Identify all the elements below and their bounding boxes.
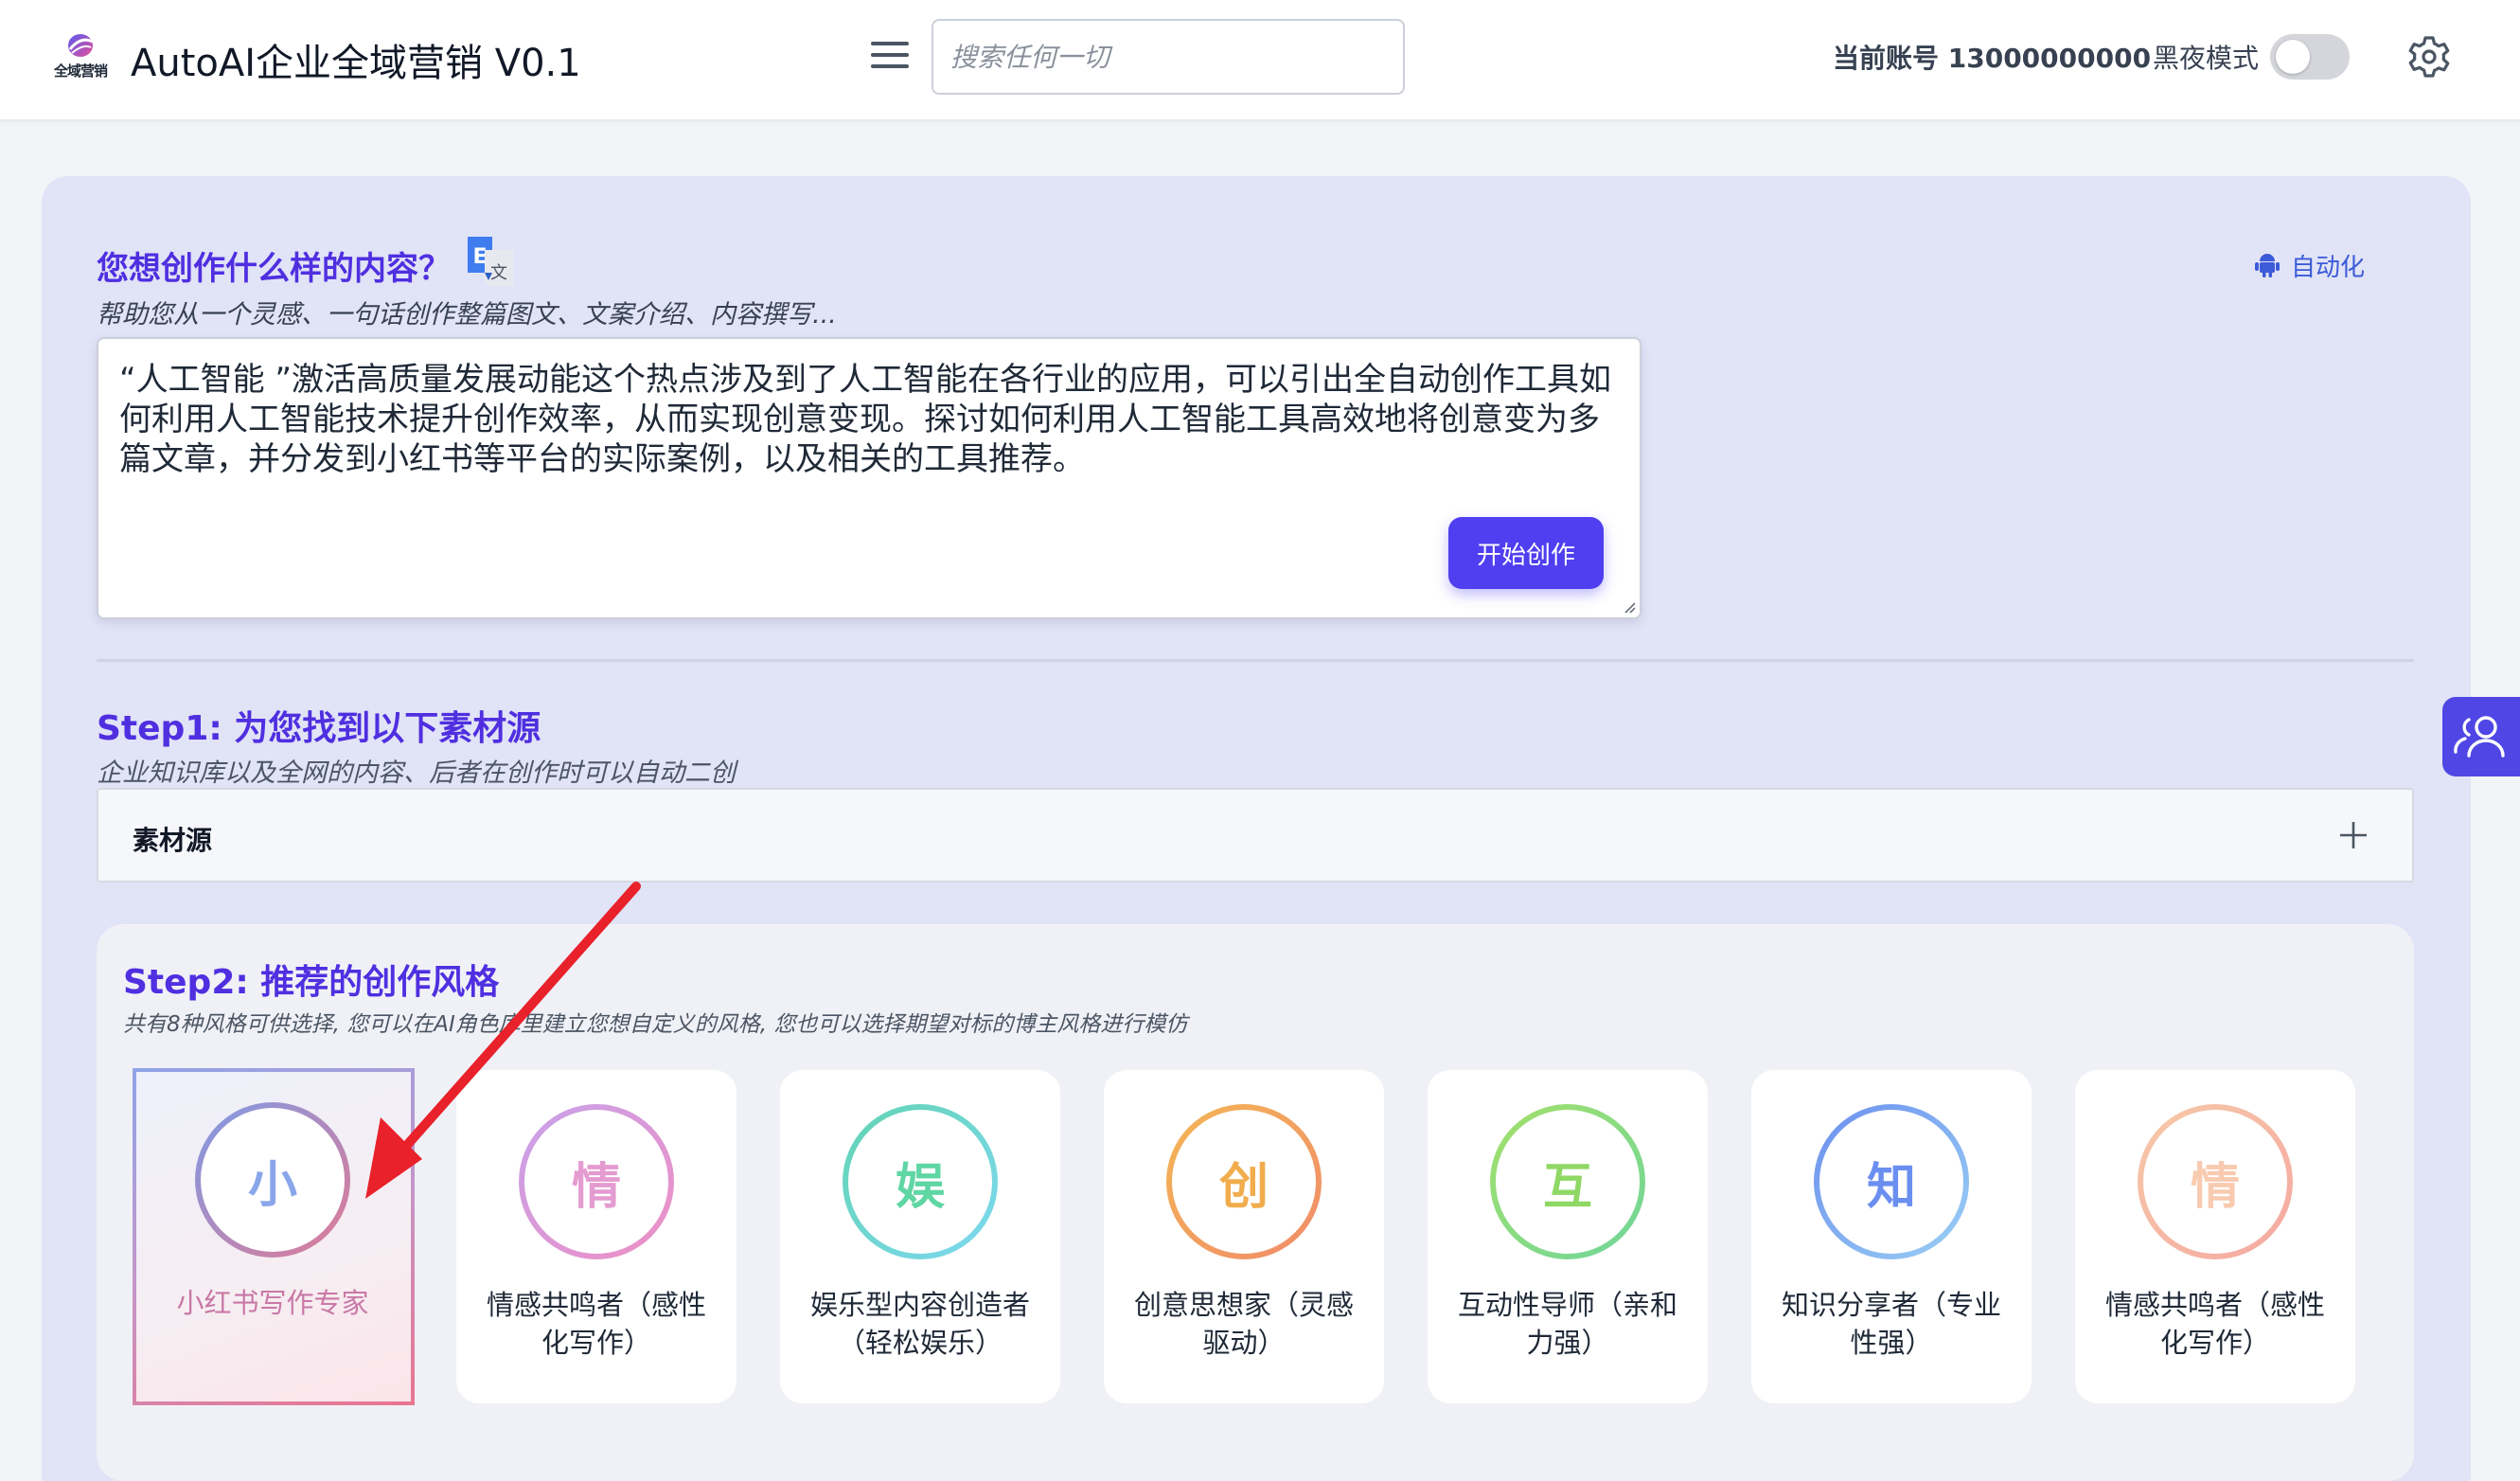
page: 全域营销 AutoAI企业全域营销 V0.1 当前账号 13000000000 …	[0, 0, 2520, 1481]
step2-title: Step2: 推荐的创作风格	[123, 963, 500, 1002]
dark-mode-toggle[interactable]	[2270, 34, 2350, 80]
automation-button[interactable]: 自动化	[2255, 248, 2365, 282]
style-card-label: 小红书写作专家	[176, 1287, 369, 1319]
style-card-5[interactable]: 互互动性导师（亲和力强）	[1428, 1070, 1708, 1403]
section-divider	[97, 659, 2414, 662]
prompt-subtitle: 帮助您从一个灵感、一句话创作整篇图文、文案介绍、内容撰写...	[97, 300, 837, 330]
style-avatar-circle: 互	[1490, 1104, 1645, 1259]
resize-handle-icon[interactable]	[1621, 598, 1636, 614]
step1-title: Step1: 为您找到以下素材源	[97, 709, 541, 748]
style-card-3[interactable]: 娱娱乐型内容创造者（轻松娱乐）	[780, 1070, 1060, 1403]
svg-text:文: 文	[490, 263, 507, 283]
plus-icon[interactable]	[2338, 820, 2369, 850]
style-card-label: 创意思想家（灵感驱动）	[1133, 1289, 1354, 1359]
style-avatar-circle: 情	[519, 1104, 674, 1259]
style-avatar-char: 小	[247, 1156, 297, 1214]
logo-swirl-icon	[68, 34, 94, 57]
prompt-text[interactable]: “人工智能 ”激活高质量发展动能这个热点涉及到了人工智能在各行业的应用，可以引出…	[119, 360, 1624, 479]
style-card-4[interactable]: 创创意思想家（灵感驱动）	[1104, 1070, 1384, 1403]
style-avatar-char: 娱	[895, 1158, 945, 1216]
toggle-knob	[2276, 40, 2310, 74]
hamburger-icon	[871, 42, 909, 45]
style-avatar-char: 情	[2190, 1158, 2240, 1216]
translate-icon[interactable]: E 文	[464, 235, 517, 288]
style-avatar-circle: 情	[2138, 1104, 2293, 1259]
material-source-accordion[interactable]: 素材源	[97, 788, 2414, 883]
style-avatar-circle: 小	[195, 1102, 350, 1258]
step2-subtitle: 共有8种风格可供选择, 您可以在AI角色库里建立您想自定义的风格, 您也可以选择…	[123, 1012, 1188, 1037]
start-creating-button[interactable]: 开始创作	[1448, 517, 1604, 589]
account-label: 当前账号 13000000000	[1833, 43, 2152, 74]
style-card-label: 互动性导师（亲和力强）	[1457, 1289, 1677, 1359]
material-source-label: 素材源	[133, 825, 213, 856]
style-avatar-char: 情	[571, 1158, 621, 1216]
android-robot-icon	[2255, 254, 2280, 277]
style-card-6[interactable]: 知知识分享者（专业性强）	[1751, 1070, 2032, 1403]
app-title: AutoAI企业全域营销 V0.1	[131, 42, 581, 85]
app-logo: 全域营销	[49, 32, 112, 80]
style-avatar-circle: 娱	[843, 1104, 998, 1259]
step1-subtitle: 企业知识库以及全网的内容、后者在创作时可以自动二创	[97, 758, 736, 788]
style-card-7[interactable]: 情情感共鸣者（感性化写作）	[2075, 1070, 2355, 1403]
style-card-label: 情感共鸣者（感性化写作）	[486, 1289, 706, 1359]
style-avatar-char: 创	[1218, 1158, 1269, 1216]
style-avatar-circle: 创	[1166, 1104, 1322, 1259]
search-input[interactable]	[932, 19, 1405, 95]
style-card-label: 情感共鸣者（感性化写作）	[2104, 1289, 2325, 1359]
top-bar: 全域营销 AutoAI企业全域营销 V0.1 当前账号 13000000000 …	[0, 0, 2520, 121]
style-avatar-circle: 知	[1814, 1104, 1969, 1259]
style-avatar-char: 知	[1866, 1158, 1916, 1216]
gear-icon[interactable]	[2406, 34, 2452, 80]
style-card-1[interactable]: 小小红书写作专家	[133, 1068, 415, 1405]
floating-contacts-button[interactable]	[2442, 697, 2520, 776]
style-card-label: 知识分享者（专业性强）	[1781, 1289, 2001, 1359]
menu-toggle-button[interactable]	[867, 36, 916, 78]
style-card-2[interactable]: 情情感共鸣者（感性化写作）	[456, 1070, 736, 1403]
prompt-textarea[interactable]: “人工智能 ”激活高质量发展动能这个热点涉及到了人工智能在各行业的应用，可以引出…	[97, 337, 1642, 619]
automation-label: 自动化	[2291, 253, 2366, 282]
dark-mode-label: 黑夜模式	[2153, 43, 2260, 74]
logo-text: 全域营销	[53, 62, 108, 80]
users-icon	[2454, 716, 2505, 758]
style-card-label: 娱乐型内容创造者（轻松娱乐）	[809, 1289, 1030, 1359]
prompt-title: 您想创作什么样的内容？	[97, 250, 451, 288]
style-avatar-char: 互	[1542, 1158, 1592, 1216]
